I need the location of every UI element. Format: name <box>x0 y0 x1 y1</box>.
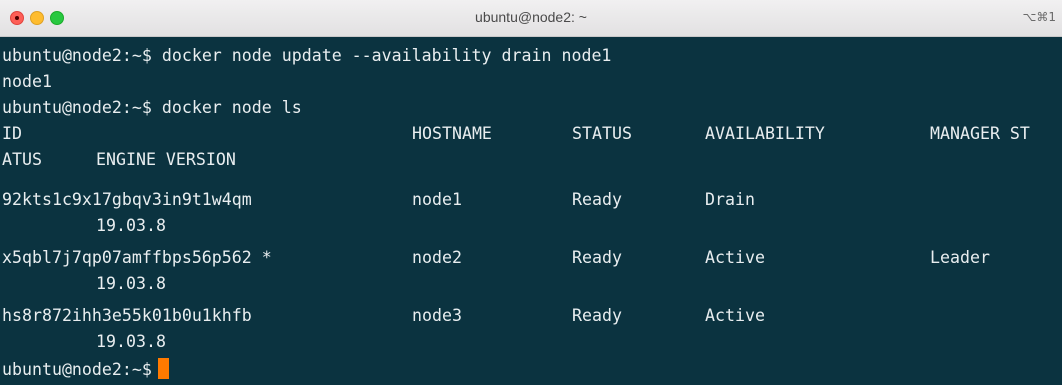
node-availability: Drain <box>705 190 755 209</box>
node-manager-status: Leader <box>930 248 990 267</box>
node-id: 92kts1c9x17gbqv3in9t1w4qm <box>2 190 252 209</box>
shell-prompt: ubuntu@node2:~$ <box>2 46 162 65</box>
command-line: ubuntu@node2:~$ docker node update --ava… <box>2 43 611 69</box>
table-row-wrap: 19.03.8 <box>2 213 1062 239</box>
window-shortcut-label: ⌥⌘1 <box>1022 10 1056 24</box>
node-hostname: node2 <box>412 248 462 267</box>
node-status: Ready <box>572 248 622 267</box>
command-line[interactable]: ubuntu@node2:~$ <box>2 357 169 383</box>
table-row-wrap: 19.03.8 <box>2 271 1062 297</box>
table-header-row: ID HOSTNAME STATUS AVAILABILITY MANAGER … <box>2 121 1062 147</box>
column-header-manager-status: MANAGER ST <box>930 124 1030 143</box>
column-header-id: ID <box>2 124 22 143</box>
column-header-hostname: HOSTNAME <box>412 124 492 143</box>
shell-prompt: ubuntu@node2:~$ <box>2 360 152 379</box>
column-header-availability: AVAILABILITY <box>705 124 825 143</box>
command-text: docker node ls <box>161 98 302 117</box>
table-row: hs8r872ihh3e55k01b0u1khfb node3 Ready Ac… <box>2 303 1062 329</box>
title-bar[interactable]: ubuntu@node2: ~ ⌥⌘1 <box>0 0 1062 37</box>
terminal-content[interactable]: ubuntu@node2:~$ docker node update --ava… <box>0 37 1062 385</box>
shell-prompt: ubuntu@node2:~$ <box>2 98 162 117</box>
command-text: docker node update --availability drain … <box>161 46 612 65</box>
table-row: x5qbl7j7qp07amffbps56p562 * node2 Ready … <box>2 245 1062 271</box>
node-engine-version: 19.03.8 <box>96 216 166 235</box>
node-engine-version: 19.03.8 <box>96 274 166 293</box>
node-status: Ready <box>572 306 622 325</box>
table-header-row-wrap: ATUS ENGINE VERSION <box>2 147 1062 173</box>
table-row-wrap: 19.03.8 <box>2 329 1062 355</box>
table-row: 92kts1c9x17gbqv3in9t1w4qm node1 Ready Dr… <box>2 187 1062 213</box>
column-header-manager-status-wrap: ATUS <box>2 150 42 169</box>
node-availability: Active <box>705 248 765 267</box>
node-hostname: node1 <box>412 190 462 209</box>
node-availability: Active <box>705 306 765 325</box>
text-cursor <box>157 358 169 379</box>
node-engine-version: 19.03.8 <box>96 332 166 351</box>
node-id: hs8r872ihh3e55k01b0u1khfb <box>2 306 252 325</box>
column-header-engine-version: ENGINE VERSION <box>96 150 236 169</box>
node-id: x5qbl7j7qp07amffbps56p562 * <box>2 248 272 267</box>
node-hostname: node3 <box>412 306 462 325</box>
command-output: node1 <box>2 72 52 91</box>
node-status: Ready <box>572 190 622 209</box>
terminal-window: ubuntu@node2: ~ ⌥⌘1 ubuntu@node2:~$ dock… <box>0 0 1062 385</box>
column-header-status: STATUS <box>572 124 632 143</box>
window-title: ubuntu@node2: ~ <box>475 9 587 25</box>
command-line: ubuntu@node2:~$ docker node ls <box>2 95 302 121</box>
